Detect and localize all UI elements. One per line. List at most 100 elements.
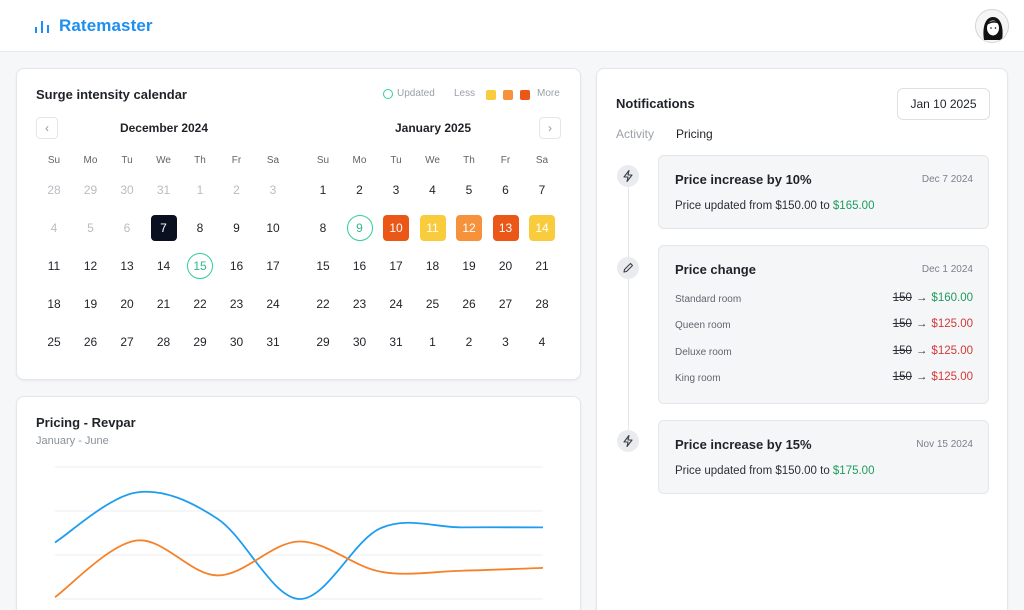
lightning-icon [617, 430, 639, 452]
calendar-day[interactable]: 30 [114, 177, 140, 203]
calendar-day[interactable]: 2 [456, 329, 482, 355]
calendar-day[interactable]: 6 [493, 177, 519, 203]
calendar-day[interactable]: 31 [383, 329, 409, 355]
calendar-day[interactable]: 20 [493, 253, 519, 279]
calendar-day[interactable]: 17 [383, 253, 409, 279]
calendar-day[interactable]: 7 [529, 177, 555, 203]
calendar-day[interactable]: 10 [383, 215, 409, 241]
calendar-day[interactable]: 18 [420, 253, 446, 279]
revpar-card: Pricing - Revpar January - June [16, 396, 581, 610]
calendar-day[interactable]: 8 [187, 215, 213, 241]
calendar-day[interactable]: 14 [529, 215, 555, 241]
calendar-day[interactable]: 31 [260, 329, 286, 355]
tab-activity[interactable]: Activity [616, 127, 654, 141]
calendar-day[interactable]: 26 [78, 329, 104, 355]
calendar-day[interactable]: 4 [420, 177, 446, 203]
calendar-day[interactable]: 16 [347, 253, 373, 279]
notification-item[interactable]: Price change Dec 1 2024 Standard room 15… [658, 245, 989, 404]
calendar-day[interactable]: 29 [310, 329, 336, 355]
calendar-day[interactable]: 4 [529, 329, 555, 355]
calendar-day[interactable]: 1 [420, 329, 446, 355]
notifications-card: Notifications Jan 10 2025 Activity Prici… [596, 68, 1008, 610]
legend-swatch-mid [503, 90, 513, 100]
room-price-row: Deluxe room 150 → $125.00 [675, 345, 973, 361]
calendar-day[interactable]: 28 [529, 291, 555, 317]
calendar-day-updated[interactable]: 9 [346, 215, 373, 241]
room-price: 150 → $160.00 [892, 292, 973, 304]
avatar[interactable] [975, 9, 1009, 43]
calendar-day[interactable]: 2 [224, 177, 250, 203]
bar-chart-icon [35, 21, 49, 33]
calendar-day[interactable]: 19 [456, 253, 482, 279]
room-name: Standard room [675, 294, 742, 305]
calendar-day[interactable]: 12 [78, 253, 104, 279]
calendar-day[interactable]: 22 [310, 291, 336, 317]
calendar-day[interactable]: 9 [224, 215, 250, 241]
calendar-day[interactable]: 2 [347, 177, 373, 203]
calendar-day[interactable]: 11 [419, 215, 446, 241]
calendar-day[interactable]: 18 [41, 291, 67, 317]
calendar-day[interactable]: 25 [420, 291, 446, 317]
tab-pricing[interactable]: Pricing [676, 127, 713, 141]
calendar-day-selected[interactable]: 7 [150, 215, 177, 241]
calendar-day[interactable]: 13 [492, 215, 519, 241]
calendar-day[interactable]: 8 [310, 215, 336, 241]
notification-item[interactable]: Price increase by 15% Nov 15 2024 Price … [658, 420, 989, 494]
calendar-day[interactable]: 1 [310, 177, 336, 203]
calendar-day[interactable]: 1 [187, 177, 213, 203]
room-price-row: Queen room 150 → $125.00 [675, 318, 973, 334]
calendar-day[interactable]: 27 [493, 291, 519, 317]
calendar-day[interactable]: 10 [260, 215, 286, 241]
card-title: Pricing - Revpar [36, 415, 136, 430]
calendar-day[interactable]: 24 [383, 291, 409, 317]
calendar-day[interactable]: 30 [347, 329, 373, 355]
calendar-day[interactable]: 26 [456, 291, 482, 317]
calendar-day[interactable]: 28 [41, 177, 67, 203]
room-name: Queen room [675, 320, 731, 331]
calendar-day[interactable]: 6 [114, 215, 140, 241]
room-price-row: Standard room 150 → $160.00 [675, 292, 973, 308]
calendar-day[interactable]: 16 [224, 253, 250, 279]
brand-name[interactable]: Ratemaster [59, 16, 153, 36]
calendar-day[interactable]: 21 [151, 291, 177, 317]
calendar-day[interactable]: 31 [151, 177, 177, 203]
calendar-day[interactable]: 27 [114, 329, 140, 355]
calendar-day[interactable]: 19 [78, 291, 104, 317]
calendar-day[interactable]: 25 [41, 329, 67, 355]
updated-dot-icon [383, 89, 393, 99]
notification-date: Dec 7 2024 [921, 174, 973, 185]
calendar-day[interactable]: 23 [347, 291, 373, 317]
new-price: $165.00 [832, 200, 875, 212]
calendar-day[interactable]: 13 [114, 253, 140, 279]
weekday-label: Sa [266, 154, 280, 166]
calendar-day[interactable]: 30 [224, 329, 250, 355]
calendar-day[interactable]: 12 [456, 215, 482, 241]
month-title-january: January 2025 [394, 121, 472, 135]
calendar-day[interactable]: 5 [78, 215, 104, 241]
top-bar: Ratemaster [0, 0, 1024, 52]
calendar-day[interactable]: 14 [151, 253, 177, 279]
calendar-day[interactable]: 22 [187, 291, 213, 317]
calendar-day[interactable]: 3 [493, 329, 519, 355]
calendar-day[interactable]: 11 [41, 253, 67, 279]
calendar-day[interactable]: 17 [260, 253, 286, 279]
calendar-day[interactable]: 29 [187, 329, 213, 355]
calendar-day[interactable]: 24 [260, 291, 286, 317]
calendar-day[interactable]: 4 [41, 215, 67, 241]
calendar-day[interactable]: 20 [114, 291, 140, 317]
calendar-day[interactable]: 5 [456, 177, 482, 203]
weekday-label: Tu [121, 154, 133, 166]
calendar-day[interactable]: 21 [529, 253, 555, 279]
notification-item[interactable]: Price increase by 10% Dec 7 2024 Price u… [658, 155, 989, 229]
calendar-day[interactable]: 23 [224, 291, 250, 317]
calendar-day[interactable]: 3 [383, 177, 409, 203]
date-picker-button[interactable]: Jan 10 2025 [897, 88, 990, 120]
calendar-day[interactable]: 29 [78, 177, 104, 203]
calendar-day[interactable]: 3 [260, 177, 286, 203]
calendar-day[interactable]: 15 [310, 253, 336, 279]
legend-less: Less [454, 88, 476, 99]
weekday-label: Th [463, 154, 475, 166]
calendar-day-updated[interactable]: 15 [187, 253, 213, 279]
calendar-day[interactable]: 28 [151, 329, 177, 355]
legend-more: More [537, 88, 560, 99]
